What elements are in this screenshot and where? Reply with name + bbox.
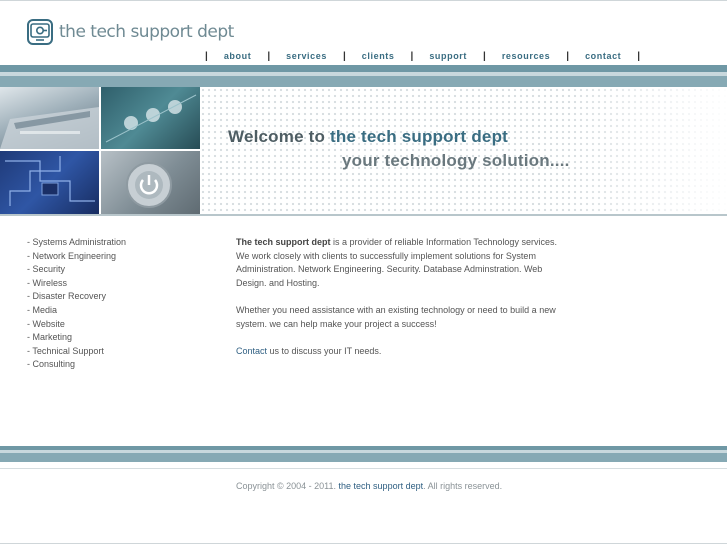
service-item: - Systems Administration [27, 237, 127, 247]
service-item: - Network Engineering [27, 250, 117, 261]
services-list: - Systems Administration - Network Engin… [27, 236, 126, 372]
service-item: - Marketing [27, 332, 73, 343]
contact-link[interactable]: Contact [236, 346, 267, 356]
nav-link-clients[interactable]: clients [346, 51, 411, 61]
contact-text: us to discuss your IT needs. [267, 345, 382, 356]
hero-divider [0, 214, 727, 216]
copyright-footer: Copyright © 2004 - 2011. the tech suppor… [236, 481, 502, 491]
nav-link-support[interactable]: support [413, 51, 483, 61]
service-item: - Disaster Recovery [27, 291, 107, 302]
header-band [0, 65, 727, 87]
site-logo[interactable]: the tech support dept [26, 18, 234, 46]
top-rule [0, 0, 727, 1]
hero-banner: Welcome to the tech support dept your te… [0, 87, 727, 214]
copyright-prefix: Copyright © 2004 - 2011. [236, 481, 339, 491]
nav-link-services[interactable]: services [270, 51, 343, 61]
footer-band [0, 446, 727, 462]
footer-company-link[interactable]: the tech support dept [339, 481, 424, 491]
nav-link-about[interactable]: about [208, 51, 268, 61]
service-item: - Technical Support [27, 345, 104, 356]
hero-tagline: your technology solution.... [342, 151, 570, 170]
footer-divider [0, 468, 727, 469]
hero-welcome-prefix: Welcome to [228, 127, 331, 146]
intro-company-name: The tech support dept [236, 237, 331, 247]
nav-separator: | [637, 50, 641, 62]
service-item: - Website [27, 318, 65, 329]
service-item: - Media [27, 304, 58, 315]
intro-paragraph: The tech support dept is a provider of r… [236, 236, 566, 290]
monitor-plug-icon [27, 19, 53, 45]
nav-link-resources[interactable]: resources [486, 51, 566, 61]
main-nav: | about | services | clients | support |… [205, 49, 640, 63]
nav-link-contact[interactable]: contact [569, 51, 637, 61]
hero-brand-name: the tech support dept [330, 127, 509, 146]
hero-welcome: Welcome to the tech support dept [228, 127, 508, 147]
network-hardware-photo [101, 87, 200, 149]
service-item: - Wireless [27, 277, 67, 288]
laptop-photo [0, 87, 99, 149]
copyright-rights: . All rights reserved. [423, 481, 503, 491]
assistance-paragraph: Whether you need assistance with an exis… [236, 304, 556, 329]
bottom-rule [0, 543, 727, 544]
logo-text: the tech support dept [59, 22, 234, 42]
power-button-icon [101, 151, 200, 214]
service-item: - Consulting [27, 359, 76, 370]
intro-content: The tech support dept is a provider of r… [236, 236, 566, 372]
circuit-board-photo [0, 151, 99, 214]
contact-paragraph: Contact us to discuss your IT needs. [236, 345, 566, 359]
service-item: - Security [27, 264, 66, 275]
